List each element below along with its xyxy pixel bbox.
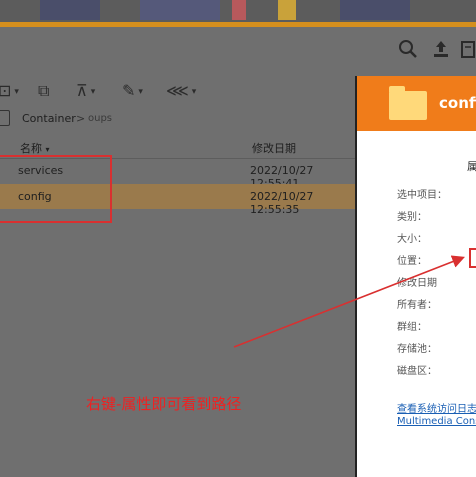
annotation-text: 右键-属性即可看到路径 [86,395,242,413]
